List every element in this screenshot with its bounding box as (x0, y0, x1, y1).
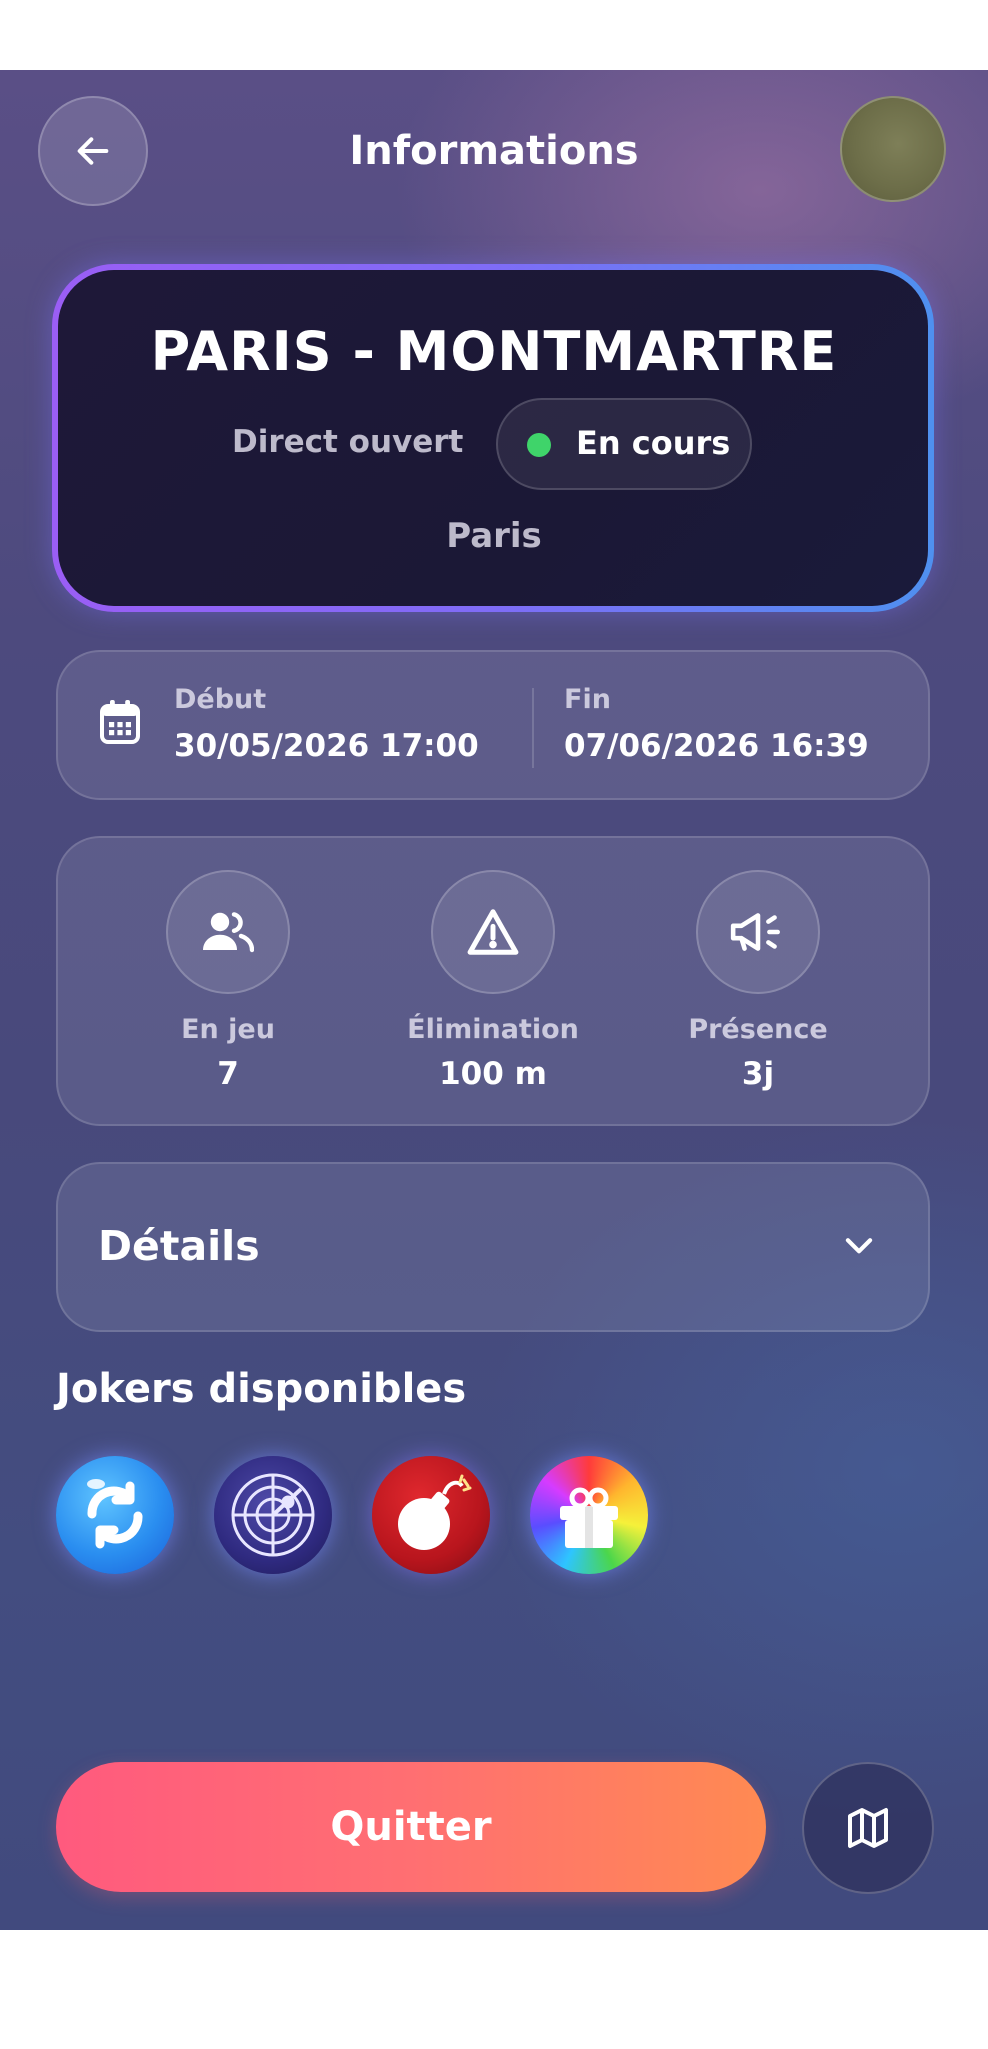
map-icon (848, 1808, 888, 1848)
end-label: Fin (564, 684, 611, 715)
game-city: Paris (446, 516, 542, 556)
game-name: PARIS - MONTMARTRE (150, 320, 838, 383)
players-icon (166, 870, 290, 994)
warning-icon (431, 870, 555, 994)
game-mode: Direct ouvert (232, 424, 464, 460)
map-button[interactable] (802, 1762, 934, 1894)
bomb-joker-icon[interactable] (372, 1456, 490, 1574)
gift-joker-icon[interactable] (530, 1456, 648, 1574)
stat-value-elimination: 100 m (439, 1056, 547, 1092)
details-title: Détails (98, 1222, 260, 1270)
dates-card (56, 650, 930, 800)
end-value: 07/06/2026 16:39 (564, 728, 869, 764)
stat-label-elimination: Élimination (407, 1014, 579, 1045)
jokers-title: Jokers disponibles (56, 1366, 467, 1412)
stat-value-players: 7 (217, 1056, 239, 1092)
stat-value-presence: 3j (741, 1056, 775, 1092)
quit-label: Quitter (330, 1804, 492, 1850)
status-dot (527, 433, 551, 457)
stat-label-players: En jeu (181, 1014, 275, 1045)
swap-joker-icon[interactable] (56, 1456, 174, 1574)
calendar-icon (100, 700, 140, 748)
status-badge: En cours (496, 398, 752, 490)
chevron-down-icon[interactable] (840, 1226, 878, 1268)
app-screen: Informations PARIS - MONTMARTRE Direct o… (0, 70, 988, 1930)
quit-button[interactable]: Quitter (56, 1762, 766, 1892)
megaphone-icon (696, 870, 820, 994)
status-text: En cours (576, 424, 731, 462)
avatar[interactable] (840, 96, 946, 202)
dates-divider (532, 688, 534, 768)
radar-joker-icon[interactable] (214, 1456, 332, 1574)
stat-label-presence: Présence (688, 1014, 828, 1045)
start-value: 30/05/2026 17:00 (174, 728, 479, 764)
start-label: Début (174, 684, 267, 715)
